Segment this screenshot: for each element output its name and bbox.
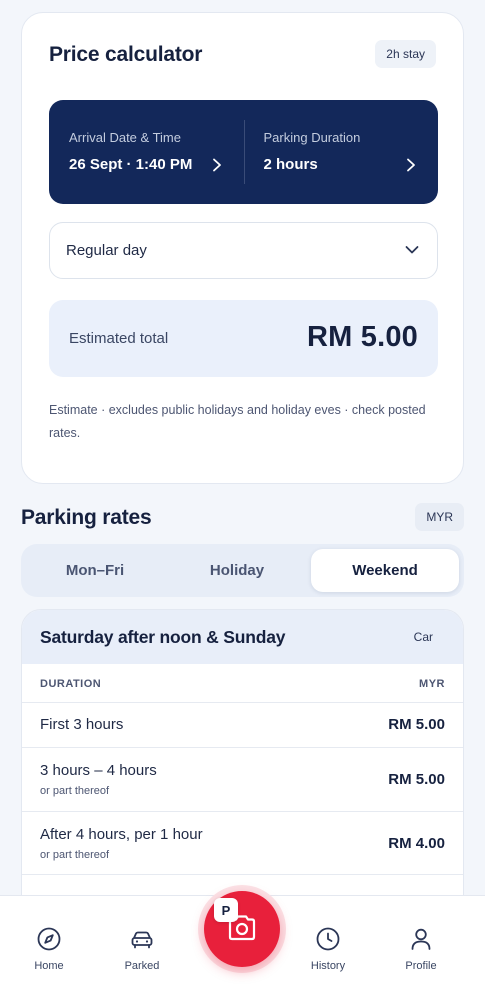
tab-weekend[interactable]: Weekend <box>311 549 459 592</box>
clock-icon <box>315 926 341 952</box>
user-icon <box>408 926 434 952</box>
rate-day-tabs: Mon–Fri Holiday Weekend <box>21 544 464 597</box>
rate-duration-note: or part thereof <box>40 785 110 797</box>
table-row: 3 hours – 4 hours or part thereof RM 5.0… <box>22 748 463 812</box>
nav-label-home: Home <box>34 960 64 972</box>
compass-icon <box>36 926 62 952</box>
rate-price: RM 5.00 <box>388 716 445 733</box>
rate-duration-note: or part thereof <box>40 849 110 861</box>
tab-mon-fri[interactable]: Mon–Fri <box>21 549 169 592</box>
parking-p-badge: P <box>214 898 238 922</box>
chevron-down-icon <box>405 245 419 255</box>
chevron-right-icon <box>406 158 416 172</box>
price-calculator-card: Price calculator 2h stay Arrival Date & … <box>21 12 464 484</box>
tab-holiday[interactable]: Holiday <box>163 549 311 592</box>
estimated-total-box: Estimated total RM 5.00 <box>49 300 438 377</box>
rates-table-card: Saturday after noon & Sunday Car DURATIO… <box>21 609 464 929</box>
day-type-value: Regular day <box>66 242 147 259</box>
nav-label-history: History <box>310 960 346 972</box>
nav-item-home[interactable]: Home <box>14 926 84 972</box>
rates-card-header: Saturday after noon & Sunday Car <box>22 610 463 664</box>
nav-item-profile[interactable]: Profile <box>386 926 456 972</box>
rate-price: RM 5.00 <box>388 771 445 788</box>
rate-price: RM 4.00 <box>388 835 445 852</box>
estimated-total-label: Estimated total <box>69 330 169 347</box>
day-type-select[interactable]: Regular day <box>49 222 438 279</box>
column-header-duration: DURATION <box>40 678 102 690</box>
table-row: After 4 hours, per 1 hour or part thereo… <box>22 812 463 875</box>
table-header-row: DURATION MYR <box>22 664 463 703</box>
rates-card-title: Saturday after noon & Sunday <box>40 627 286 647</box>
nav-item-history[interactable]: History <box>293 926 363 972</box>
nav-label-profile: Profile <box>405 960 437 972</box>
column-header-currency: MYR <box>419 678 445 690</box>
arrival-datetime-picker[interactable]: Arrival Date & Time 26 Sept · 1:40 PM <box>49 100 244 204</box>
currency-badge: MYR <box>415 503 464 531</box>
parking-duration-picker[interactable]: Parking Duration 2 hours <box>243 100 439 204</box>
rate-duration-label: After 4 hours, per 1 hour <box>40 826 203 843</box>
vehicle-type-label: Car <box>413 630 433 644</box>
stay-duration-badge: 2h stay <box>375 40 436 68</box>
arrival-value: 26 Sept · 1:40 PM <box>69 156 193 173</box>
table-row: First 3 hours RM 5.00 <box>22 703 463 748</box>
duration-label: Parking Duration <box>263 130 361 145</box>
estimate-disclaimer: Estimate · excludes public holidays and … <box>49 403 426 440</box>
rate-duration-label: First 3 hours <box>40 716 124 733</box>
arrival-duration-panel: Arrival Date & Time 26 Sept · 1:40 PM Pa… <box>49 100 438 204</box>
chevron-right-icon <box>212 158 222 172</box>
car-icon <box>129 926 155 952</box>
rate-duration-label: 3 hours – 4 hours <box>40 762 157 779</box>
estimated-total-value: RM 5.00 <box>307 321 418 353</box>
duration-value: 2 hours <box>263 156 318 173</box>
parking-rates-title: Parking rates <box>21 506 152 529</box>
nav-item-parked[interactable]: Parked <box>107 926 177 972</box>
nav-label-parked: Parked <box>124 960 160 972</box>
calculator-title: Price calculator <box>49 43 203 66</box>
arrival-label: Arrival Date & Time <box>69 130 181 145</box>
